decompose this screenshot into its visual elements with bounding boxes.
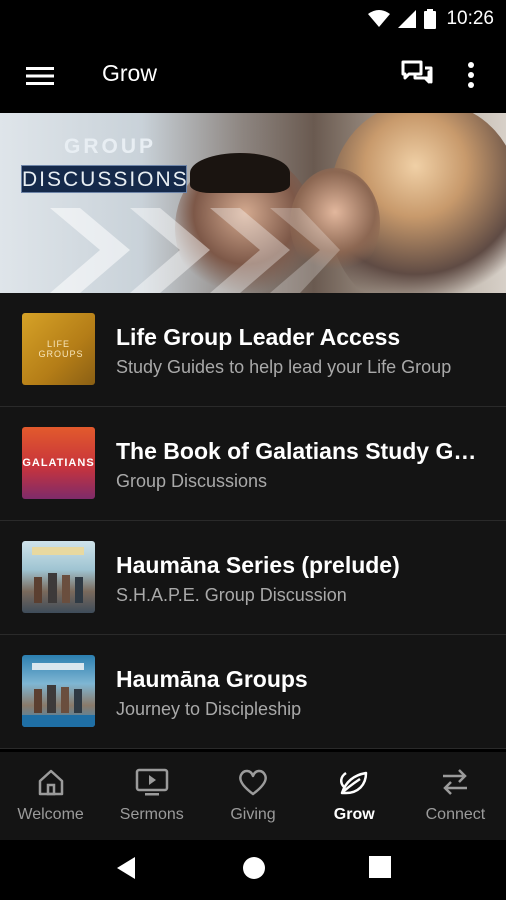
back-icon[interactable]	[115, 856, 137, 885]
battery-icon	[424, 9, 437, 29]
chat-icon[interactable]	[401, 60, 433, 95]
banner-chevrons	[50, 208, 340, 293]
thumbnail-text: GALATIANS	[22, 457, 95, 469]
list-item[interactable]: Haumāna Series (prelude) S.H.A.P.E. Grou…	[0, 521, 506, 635]
leaf-icon	[338, 766, 370, 798]
clock: 10:26	[446, 8, 494, 29]
haumana-groups-thumbnail	[22, 655, 95, 727]
item-subtitle: S.H.A.P.E. Group Discussion	[116, 585, 347, 605]
item-subtitle: Study Guides to help lead your Life Grou…	[116, 357, 452, 377]
bottom-navigation: Welcome Sermons Giving Grow Connect	[0, 752, 506, 840]
system-navigation-bar	[0, 840, 506, 900]
nav-welcome[interactable]: Welcome	[0, 752, 101, 840]
item-title: Haumāna Groups	[116, 666, 308, 692]
nav-label: Connect	[425, 806, 486, 823]
list-item[interactable]: Haumāna Groups Journey to Discipleship	[0, 635, 506, 749]
recents-square-icon[interactable]	[369, 856, 391, 883]
hamburger-menu-icon[interactable]	[26, 62, 54, 90]
nav-label: Grow	[333, 806, 375, 823]
home-circle-icon[interactable]	[242, 856, 266, 885]
list-item[interactable]: GALATIANS The Book of Galatians Study Gu…	[0, 407, 506, 521]
nav-connect[interactable]: Connect	[405, 752, 506, 840]
nav-giving[interactable]: Giving	[202, 752, 303, 840]
wifi-icon	[368, 10, 391, 28]
status-bar: 10:26	[0, 0, 506, 38]
page-title: Grow	[102, 60, 157, 86]
galatians-thumbnail: GALATIANS	[22, 427, 95, 499]
app-bar: Grow	[0, 38, 506, 113]
item-title: The Book of Galatians Study Gui…	[116, 438, 490, 464]
life-groups-thumbnail: LIFE GROUPS	[22, 313, 95, 385]
nav-sermons[interactable]: Sermons	[101, 752, 202, 840]
group-discussions-banner[interactable]: GROUP DISCUSSIONS	[0, 113, 506, 293]
thumbnail-text: LIFE GROUPS	[38, 339, 84, 359]
nav-label: Welcome	[17, 806, 84, 823]
item-title: Haumāna Series (prelude)	[116, 552, 400, 578]
item-subtitle: Journey to Discipleship	[116, 699, 302, 719]
more-options-icon[interactable]	[466, 60, 476, 95]
grow-list: LIFE GROUPS Life Group Leader Access Stu…	[0, 293, 506, 749]
list-item[interactable]: LIFE GROUPS Life Group Leader Access Stu…	[0, 293, 506, 407]
nav-label: Sermons	[119, 806, 184, 823]
nav-grow[interactable]: Grow	[304, 752, 405, 840]
video-icon	[135, 766, 169, 798]
banner-title-line2: DISCUSSIONS	[21, 165, 187, 193]
banner-title-line1: GROUP	[64, 135, 157, 158]
banner-hat	[190, 153, 290, 193]
nav-label: Giving	[230, 806, 276, 823]
swap-arrows-icon	[439, 766, 471, 798]
item-subtitle: Group Discussions	[116, 471, 268, 491]
item-title: Life Group Leader Access	[116, 324, 401, 350]
heart-icon	[237, 766, 269, 798]
haumana-series-thumbnail	[22, 541, 95, 613]
home-icon	[36, 766, 66, 798]
signal-icon	[398, 10, 417, 28]
